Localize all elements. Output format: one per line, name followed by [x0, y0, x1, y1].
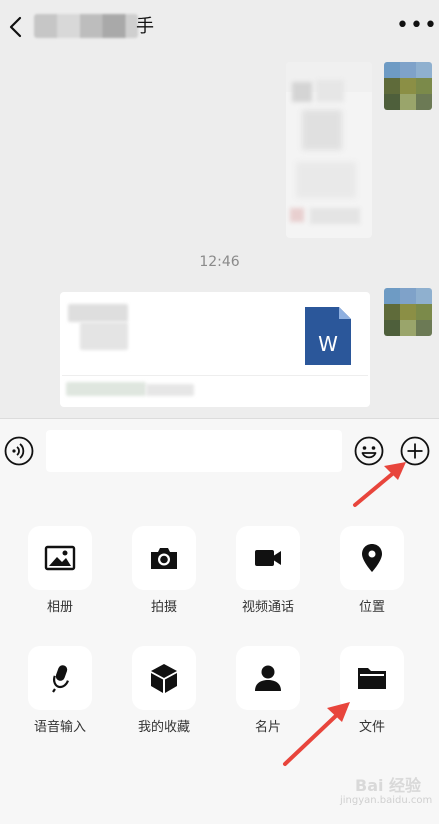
voice-icon[interactable] [4, 436, 34, 466]
panel-item-camera[interactable] [132, 526, 196, 590]
more-dots-icon[interactable]: ••• [396, 15, 437, 40]
camera-icon [151, 548, 177, 569]
watermark-text: Bai 经验 [355, 776, 422, 795]
folder-icon [358, 668, 386, 689]
avatar[interactable] [384, 62, 432, 110]
panel-item-label: 位置 [358, 600, 385, 615]
file-card-divider [62, 375, 368, 376]
location-icon [362, 544, 382, 572]
message-bubble-blurred[interactable] [286, 62, 372, 238]
chat-title-blurred [34, 14, 138, 38]
contact-card-icon [255, 665, 281, 691]
word-icon-letter: W [318, 332, 338, 356]
panel-item-album[interactable] [28, 526, 92, 590]
chevron-left-icon[interactable] [6, 14, 26, 40]
panel-item-contact-card[interactable] [236, 646, 300, 710]
panel-item-label: 相册 [46, 600, 73, 615]
word-file-icon: W [305, 307, 351, 365]
message-input[interactable] [46, 430, 342, 472]
message-timestamp: 12:46 [199, 254, 240, 270]
chat-title: 手 [136, 16, 154, 37]
panel-item-location[interactable] [340, 526, 404, 590]
plus-icon[interactable] [400, 436, 430, 466]
emoji-icon[interactable] [354, 436, 384, 466]
video-call-icon [255, 550, 281, 566]
image-icon [44, 545, 76, 571]
favorites-cube-icon [151, 664, 177, 693]
panel-item-voice-input[interactable] [28, 646, 92, 710]
panel-item-label: 拍摄 [150, 600, 177, 615]
avatar[interactable] [384, 288, 432, 336]
panel-item-favorites[interactable] [132, 646, 196, 710]
panel-item-label: 视频通话 [241, 600, 294, 615]
panel-item-label: 我的收藏 [137, 720, 190, 735]
panel-item-label: 名片 [254, 720, 281, 735]
microphone-icon [52, 665, 69, 693]
panel-item-video-call[interactable] [236, 526, 300, 590]
panel-item-file[interactable] [340, 646, 404, 710]
panel-item-label: 文件 [358, 720, 385, 735]
watermark-sub: jingyan.baidu.com [340, 795, 433, 806]
panel-item-label: 语音输入 [33, 720, 86, 735]
